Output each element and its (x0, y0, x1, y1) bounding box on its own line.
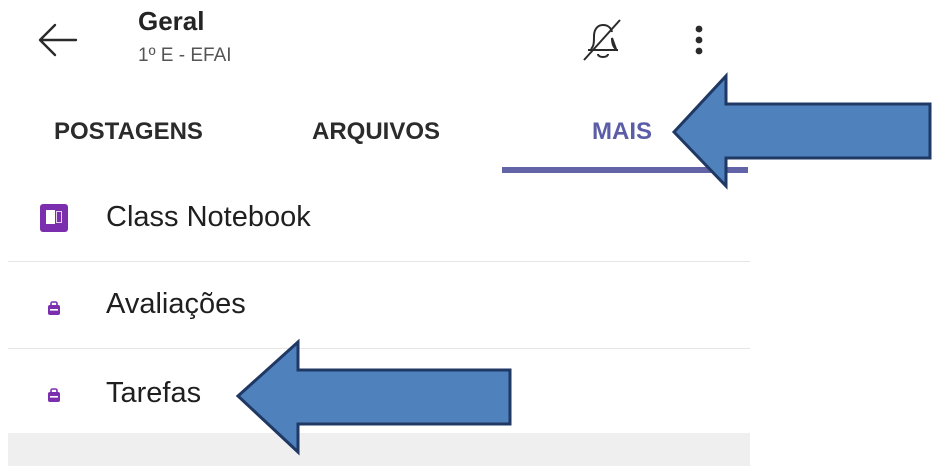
annotation-arrow-left-icon (235, 338, 512, 456)
assignments-icon (48, 301, 60, 315)
mute-notifications-button[interactable] (578, 16, 626, 66)
class-notebook-label: Class Notebook (106, 201, 311, 233)
tarefas-label: Tarefas (106, 377, 202, 409)
arrow-left-icon (38, 23, 78, 57)
tab-mais[interactable]: MAIS (592, 118, 652, 146)
onenote-icon (40, 204, 68, 232)
back-button[interactable] (36, 18, 80, 62)
assignments-icon (48, 388, 60, 402)
more-vertical-icon (695, 25, 703, 55)
tab-postagens[interactable]: POSTAGENS (54, 118, 203, 146)
bell-off-icon (583, 19, 621, 61)
avaliacoes-label: Avaliações (106, 288, 246, 320)
annotation-arrow-left-icon (671, 72, 932, 190)
list-item-class-notebook[interactable]: Class Notebook (0, 176, 750, 262)
tab-arquivos[interactable]: ARQUIVOS (312, 118, 440, 146)
list-item-avaliacoes[interactable]: Avaliações (0, 262, 750, 348)
channel-title: Geral (138, 6, 205, 36)
more-options-button[interactable] (682, 20, 716, 60)
team-name: 1º E - EFAI (138, 45, 232, 66)
